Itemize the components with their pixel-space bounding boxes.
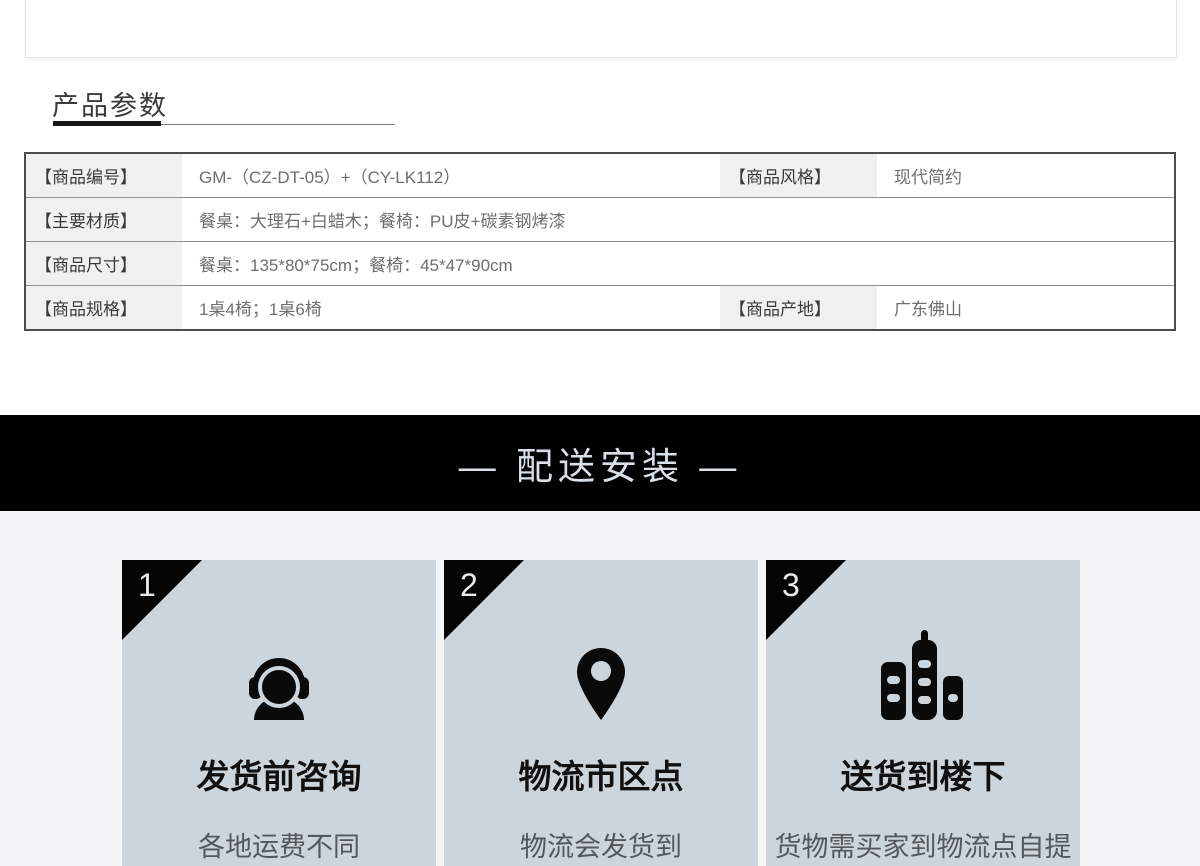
param-label-style: 【商品风格】 (720, 154, 877, 197)
table-row: 【主要材质】 餐桌：大理石+白蜡木；餐椅：PU皮+碳素钢烤漆 (26, 198, 1174, 242)
delivery-step-card-1: 1 发货前咨询 各地运费不同 (122, 560, 436, 866)
title-underline (53, 121, 395, 127)
params-section-title: 产品参数 (52, 84, 168, 123)
delivery-steps-section: 1 发货前咨询 各地运费不同 2 (0, 511, 1200, 866)
delivery-step-cards: 1 发货前咨询 各地运费不同 2 (122, 560, 1080, 866)
step-subtitle: 各地运费不同 (122, 830, 436, 864)
table-row: 【商品编号】 GM-（CZ-DT-05）+（CY-LK112） 【商品风格】 现… (26, 154, 1174, 198)
param-label-item-code: 【商品编号】 (26, 154, 182, 197)
param-label-size: 【商品尺寸】 (26, 242, 182, 285)
banner-title: — 配送安装 — (459, 436, 742, 490)
step-title: 发货前咨询 (122, 756, 436, 798)
location-pin-icon (444, 560, 758, 720)
step-number: 2 (460, 567, 478, 604)
param-label-spec: 【商品规格】 (26, 286, 182, 329)
step-title: 送货到楼下 (766, 756, 1080, 798)
param-value-item-code: GM-（CZ-DT-05）+（CY-LK112） (182, 154, 720, 197)
table-row: 【商品尺寸】 餐桌：135*80*75cm；餐椅：45*47*90cm (26, 242, 1174, 286)
product-detail-page: 产品参数 【商品编号】 GM-（CZ-DT-05）+（CY-LK112） 【商品… (0, 0, 1200, 866)
delivery-step-card-3: 3 送货到楼下 货物需买家到 (766, 560, 1080, 866)
underline-thick-rule (53, 121, 161, 126)
delivery-step-card-2: 2 物流市区点 物流会发货到 (444, 560, 758, 866)
step-title: 物流市区点 (444, 756, 758, 798)
step-subtitle: 货物需买家到物流点自提 (766, 830, 1080, 864)
param-value-material: 餐桌：大理石+白蜡木；餐椅：PU皮+碳素钢烤漆 (182, 198, 1174, 241)
step-number: 1 (138, 567, 156, 604)
previous-content-box (25, 0, 1177, 58)
headset-support-icon (122, 560, 436, 720)
param-label-material: 【主要材质】 (26, 198, 182, 241)
buildings-icon (766, 560, 1080, 720)
param-value-style: 现代简约 (877, 154, 1174, 197)
param-value-origin: 广东佛山 (877, 286, 1174, 329)
step-subtitle: 物流会发货到 (444, 830, 758, 864)
step-number: 3 (782, 567, 800, 604)
param-value-size: 餐桌：135*80*75cm；餐椅：45*47*90cm (182, 242, 1174, 285)
product-params-table: 【商品编号】 GM-（CZ-DT-05）+（CY-LK112） 【商品风格】 现… (24, 152, 1176, 331)
delivery-install-banner: — 配送安装 — (0, 415, 1200, 511)
param-label-origin: 【商品产地】 (720, 286, 877, 329)
table-row: 【商品规格】 1桌4椅；1桌6椅 【商品产地】 广东佛山 (26, 286, 1174, 329)
param-value-spec: 1桌4椅；1桌6椅 (182, 286, 720, 329)
